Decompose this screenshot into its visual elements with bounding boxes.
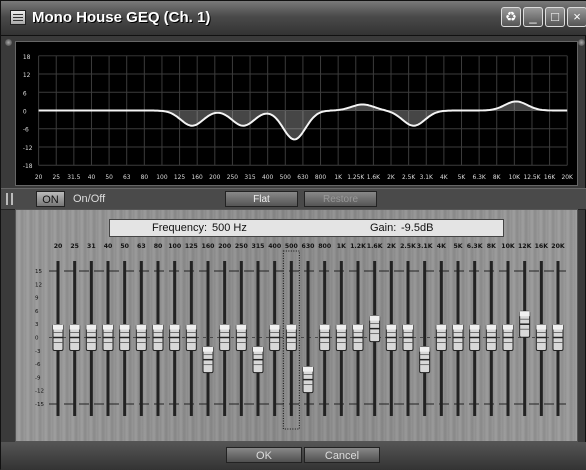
band-label: 6.3K [467,243,483,250]
scale-label: -6 [35,362,41,368]
scale-label: -12 [35,389,44,395]
band-label: 40 [104,243,113,250]
band-label: 250 [235,243,249,250]
band-label: 1K [337,243,346,250]
band-label: 80 [154,243,163,250]
fader-knob[interactable] [152,324,164,351]
fader-knob[interactable] [352,324,364,351]
band-label: 20 [54,243,63,250]
scale-label: -9 [35,375,41,381]
scale-label: -15 [35,402,44,408]
band-label: 800 [318,243,332,250]
band-label: 2.5K [400,243,416,250]
fader-knob[interactable] [502,324,514,351]
band-label: 25 [70,243,79,250]
fader-knob[interactable] [169,324,181,351]
band-label: 100 [168,243,182,250]
fader-track[interactable] [423,261,427,416]
band-label: 400 [268,243,282,250]
fader-knob[interactable] [269,324,281,351]
fader-knob[interactable] [519,310,531,338]
fader-track[interactable] [523,261,527,416]
band-label: 12K [518,243,532,250]
fader-knob[interactable] [102,324,114,351]
fader-knob[interactable] [469,324,481,351]
scale-label: 12 [35,282,42,288]
scale-label: -3 [35,349,41,355]
fader-knob[interactable] [335,324,347,351]
fader-knob[interactable] [69,324,81,351]
fader-knob[interactable] [85,324,97,351]
band-label: 16K [535,243,549,250]
scale-label: 15 [35,269,42,275]
band-label: 160 [202,243,216,250]
fader-knob[interactable] [135,324,147,351]
band-label: 10K [501,243,515,250]
fader-knob[interactable] [119,324,131,351]
band-label: 200 [218,243,232,250]
band-label: 630 [302,243,316,250]
fader-knob[interactable] [302,366,314,394]
band-label: 500 [285,243,299,250]
fader-track[interactable] [256,261,260,416]
band-label: 2K [387,243,396,250]
fader-knob[interactable] [552,324,564,351]
fader-knob[interactable] [235,324,247,351]
ok-button[interactable]: OK [226,447,302,463]
band-label: 315 [252,243,265,250]
fader-track[interactable] [206,261,210,416]
band-label: 1.6K [367,243,383,250]
band-label: 31 [87,243,96,250]
footer-bar: OK Cancel [1,442,586,470]
band-label: 8K [487,243,496,250]
fader-bank: 20 25 31 40 50 63 80 100 125 160 200 250 315 400 500 63… [35,243,566,430]
fader-knob[interactable] [185,324,197,351]
cancel-button[interactable]: Cancel [304,447,380,463]
scale-label: 9 [35,296,39,302]
geq-window: Mono House GEQ (Ch. 1) ♻ _ □ × 18 12 6 0 -6-… [0,0,586,470]
fader-knob[interactable] [252,346,264,374]
scale-label: 6 [35,309,39,315]
fader-knob[interactable] [52,324,64,351]
band-label: 63 [137,243,146,250]
band-label: 3.1K [417,243,433,250]
fader-knob[interactable] [452,324,464,351]
fader-knob[interactable] [435,324,447,351]
fader-knob[interactable] [535,324,547,351]
fader-knob[interactable] [319,324,331,351]
fader-knob[interactable] [402,324,414,351]
band-label: 4K [437,243,446,250]
fader-knob[interactable] [202,346,214,374]
band-label: 125 [185,243,198,250]
band-label: 1.2K [350,243,366,250]
fader-knob[interactable] [485,324,497,351]
fader-knob[interactable] [285,324,297,351]
band-label: 5K [453,243,462,250]
scale-label: 3 [35,322,39,328]
fader-knob[interactable] [219,324,231,351]
band-label: 50 [120,243,129,250]
scale-label: 0 [35,336,39,342]
fader-knob[interactable] [419,346,431,374]
fader-knob[interactable] [369,315,381,343]
fader-knob[interactable] [385,324,397,351]
band-label: 20K [551,243,565,250]
